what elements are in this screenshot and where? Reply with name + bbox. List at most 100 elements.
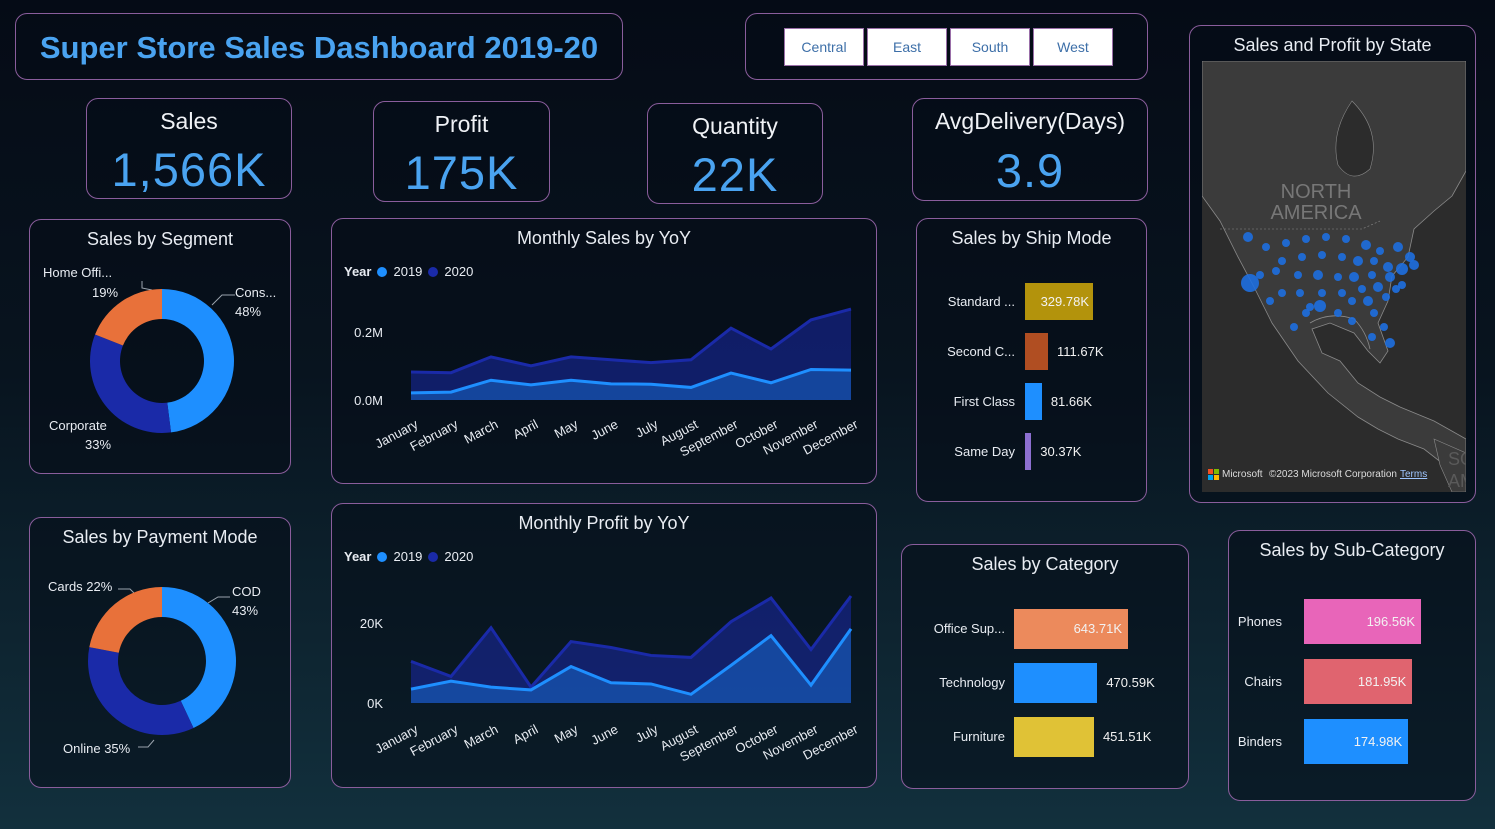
subcategory-label-1: Chairs: [1244, 673, 1282, 689]
kpi-sales-value: 1,566K: [111, 143, 267, 196]
ship-label-3: Same Day: [954, 443, 1015, 459]
dashboard-title: Super Store Sales Dashboard 2019-20: [39, 30, 599, 65]
segment-donut-chart: Cons... 48% Corporate 33% Home Offi... 1…: [43, 265, 276, 452]
state-bubble-42[interactable]: [1370, 309, 1378, 317]
category-bar-2[interactable]: [1014, 717, 1094, 757]
state-bubble-15[interactable]: [1338, 253, 1346, 261]
microsoft-logo-icon: [1208, 469, 1219, 480]
ship-bar-2[interactable]: [1025, 383, 1042, 420]
state-bubble-7[interactable]: [1376, 247, 1384, 255]
state-bubble-30[interactable]: [1358, 285, 1366, 293]
segment-slice-0[interactable]: [162, 289, 235, 433]
state-bubble-4[interactable]: [1322, 233, 1330, 241]
segment-pct-corporate: 33%: [85, 437, 111, 452]
monthly-sales-area-chart: 0.2M 0.0M JanuaryFebruary March April May Ju…: [354, 307, 861, 460]
state-bubble-1[interactable]: [1262, 243, 1270, 251]
profit-ytick-20k: 20K: [360, 616, 383, 631]
state-bubble-34[interactable]: [1278, 289, 1286, 297]
state-bubble-2[interactable]: [1282, 239, 1290, 247]
state-bubble-33[interactable]: [1296, 289, 1304, 297]
state-bubble-16[interactable]: [1318, 251, 1326, 259]
segment-donut-card: Sales by Segment Cons... 48% Corporate 3…: [29, 219, 291, 474]
state-bubble-45[interactable]: [1368, 333, 1376, 341]
state-bubble-49[interactable]: [1306, 303, 1314, 311]
ship-bar-1[interactable]: [1025, 333, 1049, 370]
state-bubble-22[interactable]: [1294, 271, 1302, 279]
payment-label-online: Online 35%: [63, 741, 131, 756]
state-bubble-10[interactable]: [1409, 260, 1419, 270]
state-bubble-46[interactable]: [1348, 317, 1356, 325]
kpi-sales-card: Sales 1,566K: [86, 98, 292, 199]
state-bubble-21[interactable]: [1272, 267, 1280, 275]
kpi-quantity-label: Quantity: [692, 113, 778, 139]
state-bubble-14[interactable]: [1353, 256, 1363, 266]
state-bubble-25[interactable]: [1349, 272, 1359, 282]
state-bubble-48[interactable]: [1290, 323, 1298, 331]
state-bubble-47[interactable]: [1334, 309, 1342, 317]
state-bubble-23[interactable]: [1313, 270, 1323, 280]
state-bubble-40[interactable]: [1382, 293, 1390, 301]
state-bubble-17[interactable]: [1298, 253, 1306, 261]
land-mass: [1202, 61, 1466, 492]
map-region-label-america: AMERICA: [1270, 202, 1362, 224]
state-bubble-31[interactable]: [1338, 289, 1346, 297]
title-card: Super Store Sales Dashboard 2019-20: [15, 13, 623, 80]
category-bar-1[interactable]: [1014, 663, 1098, 703]
ship-value-0: 329.78K: [1040, 293, 1089, 309]
state-bubble-12[interactable]: [1383, 262, 1393, 272]
ship-value-2: 81.66K: [1050, 393, 1093, 409]
ship-label-0: Standard ...: [947, 293, 1015, 309]
sales-xtick-march: March: [461, 416, 500, 446]
map-copyright: ©2023 Microsoft Corporation: [1269, 469, 1397, 480]
category-label-0: Office Sup...: [933, 621, 1005, 636]
region-button-east[interactable]: East: [867, 28, 947, 66]
state-bubble-44[interactable]: [1385, 338, 1395, 348]
state-bubble-20[interactable]: [1241, 274, 1259, 292]
ship-bar-3[interactable]: [1025, 433, 1032, 470]
payment-slice-2[interactable]: [89, 587, 162, 653]
region-button-south[interactable]: South: [950, 28, 1030, 66]
kpi-profit-value: 175K: [404, 146, 519, 199]
state-bubble-6[interactable]: [1361, 240, 1371, 250]
kpi-quantity-card: Quantity 22K: [647, 103, 823, 204]
state-bubble-32[interactable]: [1318, 289, 1326, 297]
kpi-sales-label: Sales: [160, 108, 218, 134]
state-bubble-18[interactable]: [1278, 257, 1286, 265]
state-bubble-29[interactable]: [1373, 282, 1383, 292]
subcategory-value-0: 196.56K: [1366, 613, 1415, 629]
subcategory-bar-chart: Phones 196.56K Chairs 181.95K Binders 174.98K: [1229, 531, 1477, 802]
segment-label-home-office: Home Offi...: [43, 265, 112, 280]
state-bubble-35[interactable]: [1266, 297, 1274, 305]
state-bubble-8[interactable]: [1393, 242, 1403, 252]
state-bubble-13[interactable]: [1370, 257, 1378, 265]
state-bubble-3[interactable]: [1302, 235, 1310, 243]
state-bubble-26[interactable]: [1368, 271, 1376, 279]
ship-mode-card: Sales by Ship Mode Standard ... 329.78K Se…: [916, 218, 1147, 502]
sales-xtick-june: June: [588, 416, 620, 442]
sales-xtick-july: July: [633, 416, 661, 440]
map-card: Sales and Profit by State NORTH AMERICA …: [1189, 25, 1476, 503]
sales-ytick-0-0m: 0.0M: [354, 393, 383, 408]
state-bubble-41[interactable]: [1392, 285, 1400, 293]
segment-label-consumer: Cons...: [235, 285, 276, 300]
map-terms-link[interactable]: Terms: [1400, 469, 1427, 480]
map-canvas[interactable]: NORTH AMERICA SO AM Microsoft Bing ©2023…: [1202, 61, 1466, 492]
state-bubble-39[interactable]: [1363, 296, 1373, 306]
state-bubble-11[interactable]: [1396, 263, 1408, 275]
state-bubble-5[interactable]: [1342, 235, 1350, 243]
state-bubble-24[interactable]: [1334, 273, 1342, 281]
category-label-1: Technology: [939, 675, 1005, 690]
kpi-profit-card: Profit 175K: [373, 101, 550, 202]
map-svg: NORTH AMERICA SO AM: [1202, 61, 1466, 492]
state-bubble-0[interactable]: [1243, 232, 1253, 242]
category-card: Sales by Category Office Sup... 643.71K Te…: [901, 544, 1189, 789]
region-button-central[interactable]: Central: [784, 28, 864, 66]
state-bubble-37[interactable]: [1314, 300, 1326, 312]
payment-slice-1[interactable]: [88, 647, 194, 735]
map-edge-label-so: SO: [1448, 449, 1466, 469]
region-button-west[interactable]: West: [1033, 28, 1113, 66]
state-bubble-43[interactable]: [1380, 323, 1388, 331]
state-bubble-27[interactable]: [1385, 272, 1395, 282]
state-bubble-38[interactable]: [1348, 297, 1356, 305]
monthly-profit-card: Monthly Profit by YoY Year 2019 2020 20K…: [331, 503, 877, 788]
